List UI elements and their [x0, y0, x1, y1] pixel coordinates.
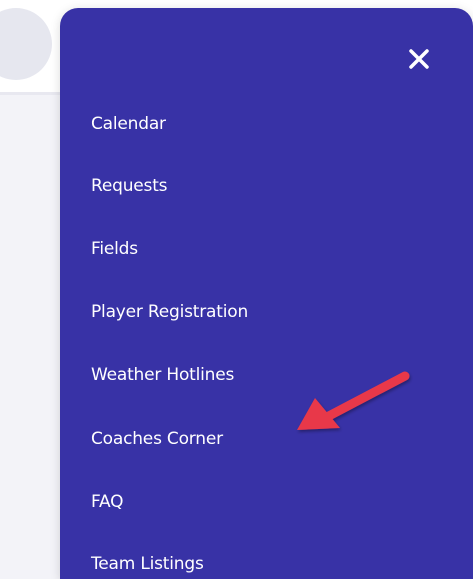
menu-item-weather-hotlines[interactable]: Weather Hotlines [91, 365, 234, 385]
close-icon [409, 49, 429, 69]
menu-item-faq[interactable]: FAQ [91, 492, 124, 512]
menu-item-requests[interactable]: Requests [91, 176, 168, 196]
nav-menu-panel: Calendar Requests Fields Player Registra… [60, 8, 473, 579]
menu-item-player-registration[interactable]: Player Registration [91, 302, 248, 322]
arrow-icon [297, 371, 410, 430]
menu-item-team-listings[interactable]: Team Listings [91, 554, 204, 574]
menu-item-coaches-corner[interactable]: Coaches Corner [91, 429, 223, 449]
close-button[interactable] [406, 46, 434, 74]
menu-item-calendar[interactable]: Calendar [91, 114, 166, 134]
menu-item-fields[interactable]: Fields [91, 239, 138, 259]
